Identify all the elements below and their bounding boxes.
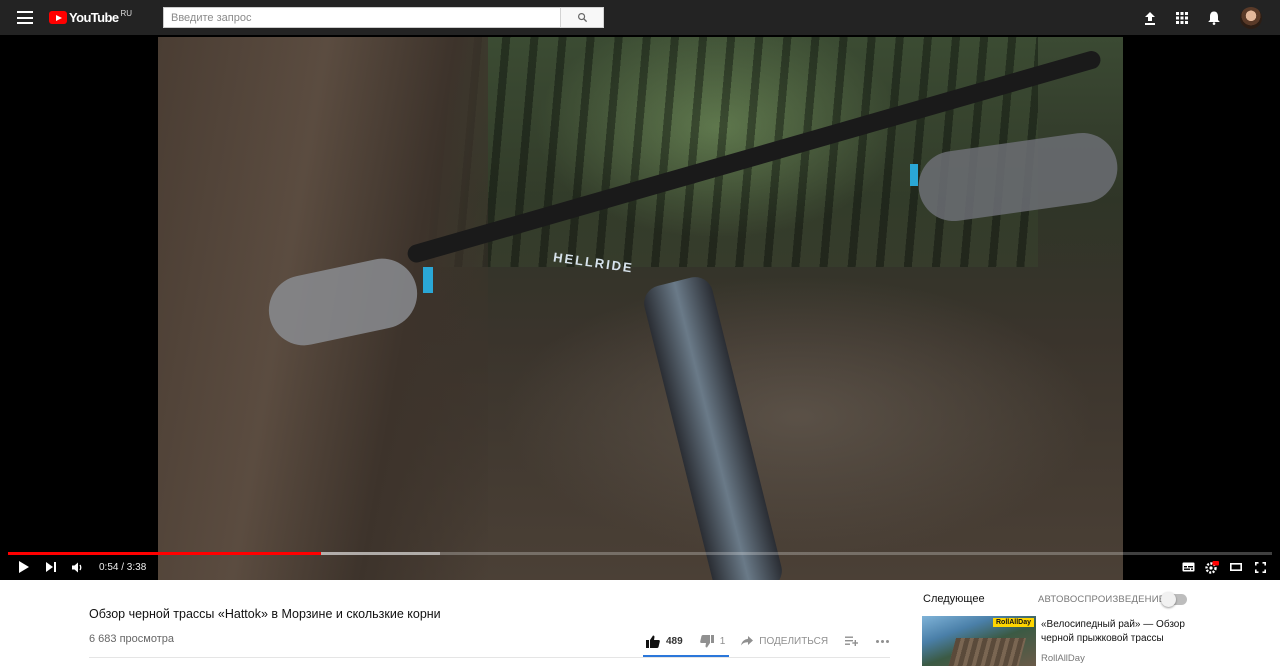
info-divider xyxy=(89,657,890,658)
logo-region: RU xyxy=(120,9,133,18)
video-frame[interactable]: HELLRIDE xyxy=(158,37,1123,580)
youtube-logo[interactable]: YouTube RU xyxy=(49,9,132,26)
next-button[interactable] xyxy=(39,557,63,577)
autoplay-label: АВТОВОСПРОИЗВЕДЕНИЕ xyxy=(1038,594,1166,605)
logo-text: YouTube xyxy=(69,10,119,25)
up-next-label: Следующее xyxy=(923,593,985,605)
video-title: Обзор черной трассы «Hattok» в Морзине и… xyxy=(89,607,441,621)
menu-icon[interactable] xyxy=(17,11,33,24)
up-next-video[interactable]: RollAllDay «Велосипедный рай» — Обзор че… xyxy=(922,616,1192,666)
play-button[interactable] xyxy=(12,557,36,577)
video-player[interactable]: HELLRIDE 0:54 / 3:38 xyxy=(0,35,1280,580)
player-controls-left: 0:54 / 3:38 xyxy=(12,557,146,577)
video-thumbnail[interactable]: RollAllDay xyxy=(922,616,1036,666)
share-label: ПОДЕЛИТЬСЯ xyxy=(759,635,829,647)
share-button[interactable]: ПОДЕЛИТЬСЯ xyxy=(741,636,828,647)
volume-button[interactable] xyxy=(66,557,90,577)
autoplay-toggle-knob xyxy=(1161,592,1176,607)
thumbs-up-icon xyxy=(646,635,660,648)
search-bar xyxy=(163,7,604,28)
notifications-button[interactable] xyxy=(1202,6,1226,30)
dislike-count: 1 xyxy=(719,635,726,647)
notifications-icon xyxy=(1208,11,1220,25)
dislike-button[interactable]: 1 xyxy=(699,634,726,648)
search-button[interactable] xyxy=(560,7,604,28)
autoplay-toggle[interactable] xyxy=(1161,592,1187,607)
subtitles-icon xyxy=(1182,562,1194,572)
video-scene-grip-left xyxy=(423,267,433,293)
thumbnail-scene-ramp xyxy=(947,638,1027,666)
search-icon xyxy=(577,13,587,23)
skip-next-icon xyxy=(46,562,56,572)
settings-hd-icon xyxy=(1205,560,1219,574)
video-scene-fork xyxy=(640,273,786,580)
apps-icon xyxy=(1176,12,1188,24)
search-input[interactable] xyxy=(163,7,560,28)
add-to-playlist-button[interactable] xyxy=(845,636,859,646)
time-display: 0:54 / 3:38 xyxy=(99,561,147,573)
progress-bar[interactable] xyxy=(8,552,1272,555)
progress-played xyxy=(8,552,322,555)
theater-mode-button[interactable] xyxy=(1224,557,1248,577)
more-actions-button[interactable] xyxy=(876,639,890,643)
masthead: YouTube RU xyxy=(0,0,1280,35)
youtube-play-icon xyxy=(49,11,67,24)
masthead-actions xyxy=(1130,6,1262,30)
more-horizontal-icon xyxy=(876,639,890,643)
thumbs-down-icon xyxy=(699,634,714,647)
apps-button[interactable] xyxy=(1170,6,1194,30)
upload-icon xyxy=(1145,11,1155,25)
thumbnail-badge: RollAllDay xyxy=(992,618,1034,627)
like-button[interactable]: 489 xyxy=(646,635,683,648)
share-icon xyxy=(741,636,754,646)
up-next-channel[interactable]: RollAllDay xyxy=(1041,653,1085,664)
volume-icon xyxy=(72,562,82,572)
player-controls-right xyxy=(1176,557,1272,577)
fullscreen-button[interactable] xyxy=(1248,557,1272,577)
play-icon xyxy=(19,561,29,573)
playlist-add-icon xyxy=(845,636,859,646)
up-next-title[interactable]: «Велосипедный рай» — Обзор черной прыжко… xyxy=(1041,618,1191,646)
like-count: 489 xyxy=(666,635,683,647)
subtitles-button[interactable] xyxy=(1176,557,1200,577)
settings-button[interactable] xyxy=(1200,557,1224,577)
fullscreen-icon xyxy=(1254,561,1266,573)
view-count: 6 683 просмотра xyxy=(89,633,174,645)
avatar[interactable] xyxy=(1240,7,1262,29)
upload-button[interactable] xyxy=(1138,6,1162,30)
video-actions: 489 1 ПОДЕЛИТЬСЯ xyxy=(646,632,890,650)
theater-mode-icon xyxy=(1230,563,1242,571)
video-scene-grip-right xyxy=(910,164,918,186)
